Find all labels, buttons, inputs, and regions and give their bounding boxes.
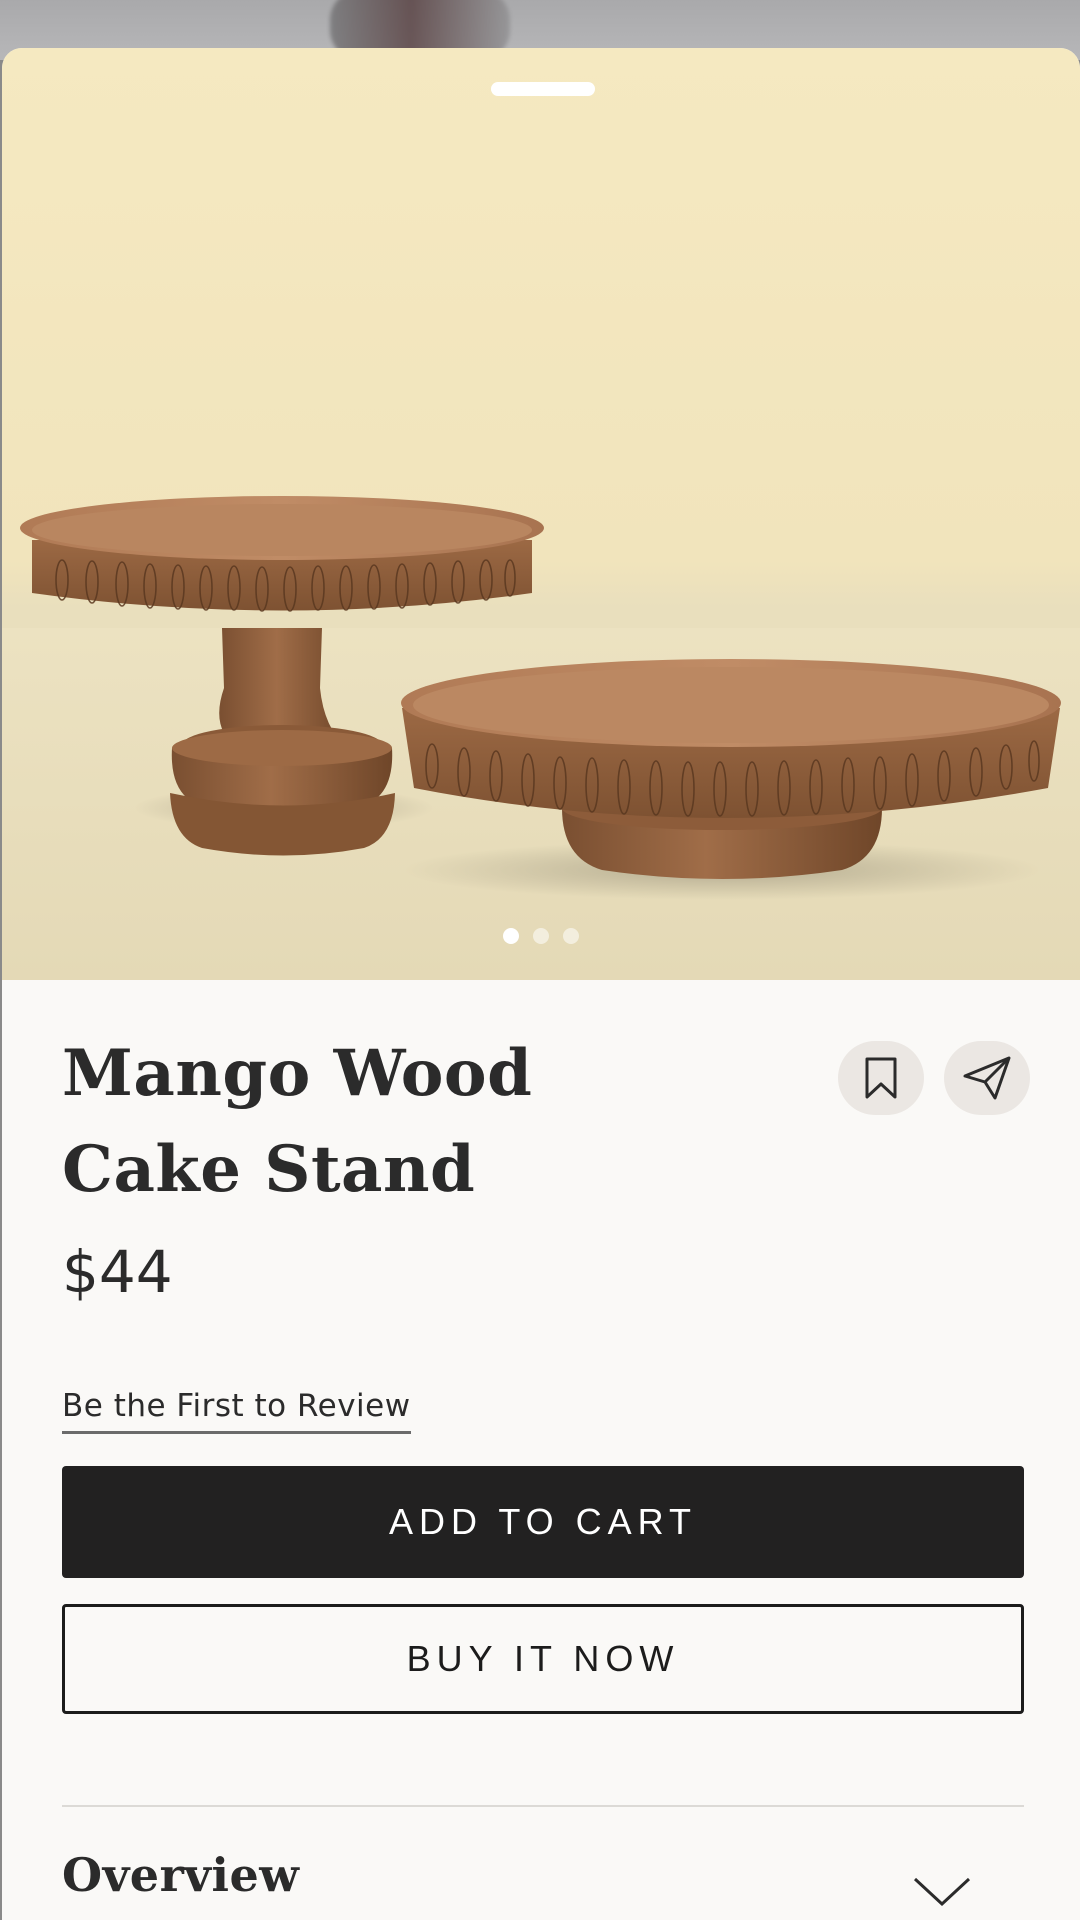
send-icon [963, 1056, 1011, 1100]
gallery-pagination [2, 928, 1080, 944]
write-review-link[interactable]: Be the First to Review [62, 1388, 411, 1435]
share-button[interactable] [944, 1041, 1030, 1115]
tall-cake-stand [20, 496, 544, 856]
overview-accordion[interactable]: Overview [62, 1848, 1024, 1920]
chevron-down-icon [913, 1877, 971, 1907]
product-sheet: Mango Wood Cake Stand $44 Be the First t… [2, 48, 1080, 1920]
add-to-cart-button[interactable]: ADD TO CART [62, 1466, 1024, 1578]
save-button[interactable] [838, 1041, 924, 1115]
product-title: Mango Wood Cake Stand [62, 1036, 533, 1207]
sheet-drag-handle[interactable] [491, 82, 595, 96]
gallery-dot-1[interactable] [503, 928, 519, 944]
low-cake-stand [401, 659, 1061, 879]
buy-now-button[interactable]: BUY IT NOW [62, 1604, 1024, 1714]
gallery-dot-2[interactable] [533, 928, 549, 944]
overview-heading: Overview [62, 1848, 300, 1902]
bookmark-icon [865, 1057, 897, 1099]
product-image-gallery[interactable] [2, 48, 1080, 980]
gallery-dot-3[interactable] [563, 928, 579, 944]
product-image [20, 496, 1061, 900]
section-divider [62, 1805, 1024, 1807]
product-price: $44 [62, 1238, 173, 1306]
